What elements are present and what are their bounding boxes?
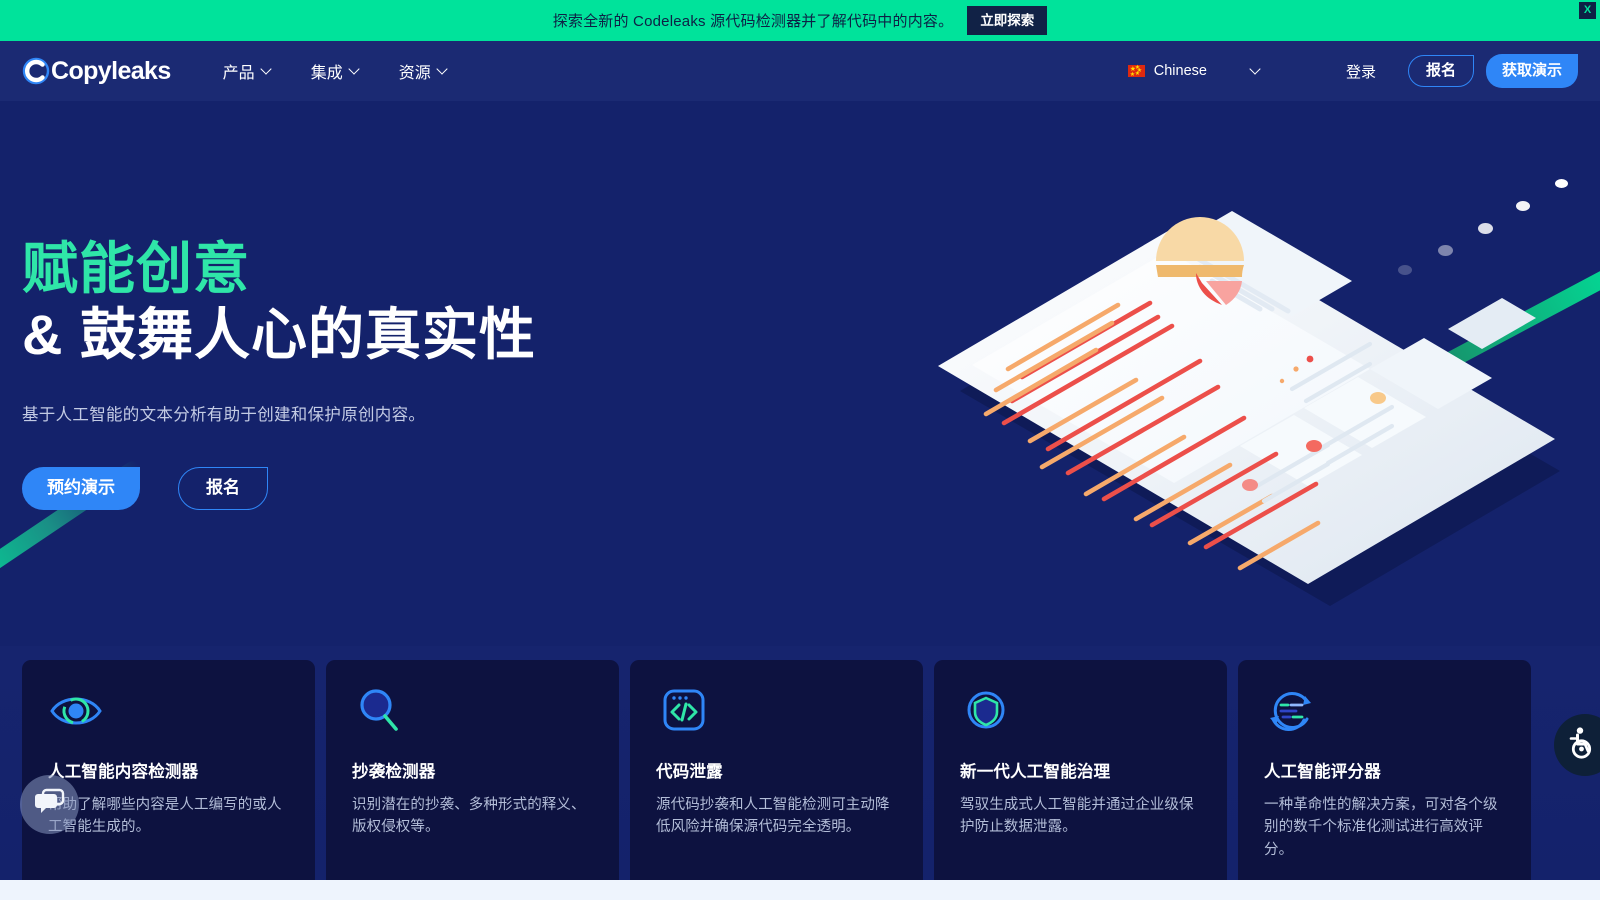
nav-item-integrations[interactable]: 集成 bbox=[311, 59, 359, 83]
site-header: Copyleaks 产品 集成 资源 ★ ★ ★ ★ ★ Chinese 登录 … bbox=[0, 41, 1600, 101]
feature-card-description: 源代码抄袭和人工智能检测可主动降低风险并确保源代码完全透明。 bbox=[656, 797, 890, 836]
promo-banner-text: 探索全新的 Codeleaks 源代码检测器并了解代码中的内容。 bbox=[552, 13, 954, 30]
feature-card-title: 新一代人工智能治理 bbox=[960, 763, 1111, 781]
close-icon[interactable]: X bbox=[1579, 2, 1596, 19]
chevron-down-icon bbox=[350, 65, 359, 74]
hero-section: 赋能创意 & 鼓舞人心的真实性 基于人工智能的文本分析有助于创建和保护原创内容。… bbox=[0, 101, 1600, 646]
feature-card-title: 人工智能评分器 bbox=[1264, 763, 1381, 781]
promo-explore-button[interactable]: 立即探索 bbox=[967, 5, 1048, 36]
get-demo-button[interactable]: 获取演示 bbox=[1485, 53, 1578, 89]
nav-item-label: 产品 bbox=[222, 65, 255, 82]
chat-bubble-icon bbox=[34, 788, 66, 821]
feature-card-ai-content-detector[interactable]: 人工智能内容检测器 帮助了解哪些内容是人工编写的或人工智能生成的。 bbox=[22, 660, 315, 880]
wheelchair-accessibility-icon bbox=[1563, 726, 1597, 765]
language-selector[interactable]: ★ ★ ★ ★ ★ Chinese bbox=[1127, 63, 1260, 79]
login-link[interactable]: 登录 bbox=[1346, 61, 1376, 82]
nav-item-products[interactable]: 产品 bbox=[223, 59, 271, 83]
header-actions: ★ ★ ★ ★ ★ Chinese 登录 报名 获取演示 bbox=[1127, 53, 1578, 89]
signup-button[interactable]: 报名 bbox=[1407, 54, 1474, 88]
promo-banner: 探索全新的 Codeleaks 源代码检测器并了解代码中的内容。 立即探索 X bbox=[0, 0, 1600, 41]
magnifier-icon bbox=[352, 686, 408, 736]
hero-title-line2: & 鼓舞人心的真实性 bbox=[22, 303, 536, 367]
china-flag-icon: ★ ★ ★ ★ ★ bbox=[1127, 65, 1145, 78]
feature-card-title: 抄袭检测器 bbox=[352, 763, 436, 781]
feature-card-description: 一种革命性的解决方案，可对各个级别的数千个标准化测试进行高效评分。 bbox=[1264, 797, 1498, 858]
chevron-down-icon bbox=[438, 65, 447, 74]
hero-copy: 赋能创意 & 鼓舞人心的真实性 基于人工智能的文本分析有助于创建和保护原创内容。… bbox=[22, 236, 722, 510]
hero-title-line1: 赋能创意 bbox=[22, 237, 250, 300]
grading-cycle-icon bbox=[1264, 686, 1320, 736]
shield-icon bbox=[960, 686, 1016, 736]
copyleaks-logo[interactable]: Copyleaks bbox=[22, 57, 171, 86]
language-label: Chinese bbox=[1153, 63, 1207, 79]
chevron-down-icon bbox=[262, 65, 271, 74]
hero-cta-group: 预约演示 报名 bbox=[22, 467, 722, 510]
hero-signup-button[interactable]: 报名 bbox=[178, 467, 268, 510]
logo-wordmark: Copyleaks bbox=[51, 56, 171, 85]
feature-card-plagiarism-detector[interactable]: 抄袭检测器 识别潜在的抄袭、多种形式的释义、版权侵权等。 bbox=[326, 660, 619, 880]
nav-item-label: 集成 bbox=[310, 65, 343, 82]
feature-card-code-leaks[interactable]: 代码泄露 源代码抄袭和人工智能检测可主动降低风险并确保源代码完全透明。 bbox=[630, 660, 923, 880]
chat-widget-button[interactable] bbox=[20, 775, 79, 834]
nav-item-resources[interactable]: 资源 bbox=[399, 59, 447, 83]
eye-icon bbox=[48, 686, 104, 736]
hero-subtitle: 基于人工智能的文本分析有助于创建和保护原创内容。 bbox=[22, 406, 426, 425]
feature-card-title: 人工智能内容检测器 bbox=[48, 763, 199, 781]
feature-card-title: 代码泄露 bbox=[656, 763, 723, 781]
main-navigation: 产品 集成 资源 bbox=[223, 59, 447, 83]
feature-card-description: 帮助了解哪些内容是人工编写的或人工智能生成的。 bbox=[48, 797, 282, 836]
page-bottom-strip bbox=[0, 880, 1600, 900]
nav-item-label: 资源 bbox=[398, 65, 431, 82]
code-brackets-icon bbox=[656, 686, 712, 736]
hero-illustration bbox=[900, 101, 1600, 646]
chevron-down-icon bbox=[1251, 65, 1260, 74]
feature-card-description: 驾驭生成式人工智能并通过企业级保护防止数据泄露。 bbox=[960, 797, 1194, 836]
feature-card-ai-grader[interactable]: 人工智能评分器 一种革命性的解决方案，可对各个级别的数千个标准化测试进行高效评分… bbox=[1238, 660, 1531, 880]
feature-cards-section: 人工智能内容检测器 帮助了解哪些内容是人工编写的或人工智能生成的。 抄袭检测器 … bbox=[0, 646, 1600, 880]
feature-card-ai-governance[interactable]: 新一代人工智能治理 驾驭生成式人工智能并通过企业级保护防止数据泄露。 bbox=[934, 660, 1227, 880]
feature-card-description: 识别潜在的抄袭、多种形式的释义、版权侵权等。 bbox=[352, 797, 586, 836]
book-demo-button[interactable]: 预约演示 bbox=[22, 467, 140, 510]
feature-cards-list: 人工智能内容检测器 帮助了解哪些内容是人工编写的或人工智能生成的。 抄袭检测器 … bbox=[22, 660, 1531, 880]
copyleaks-logo-icon bbox=[22, 57, 50, 85]
